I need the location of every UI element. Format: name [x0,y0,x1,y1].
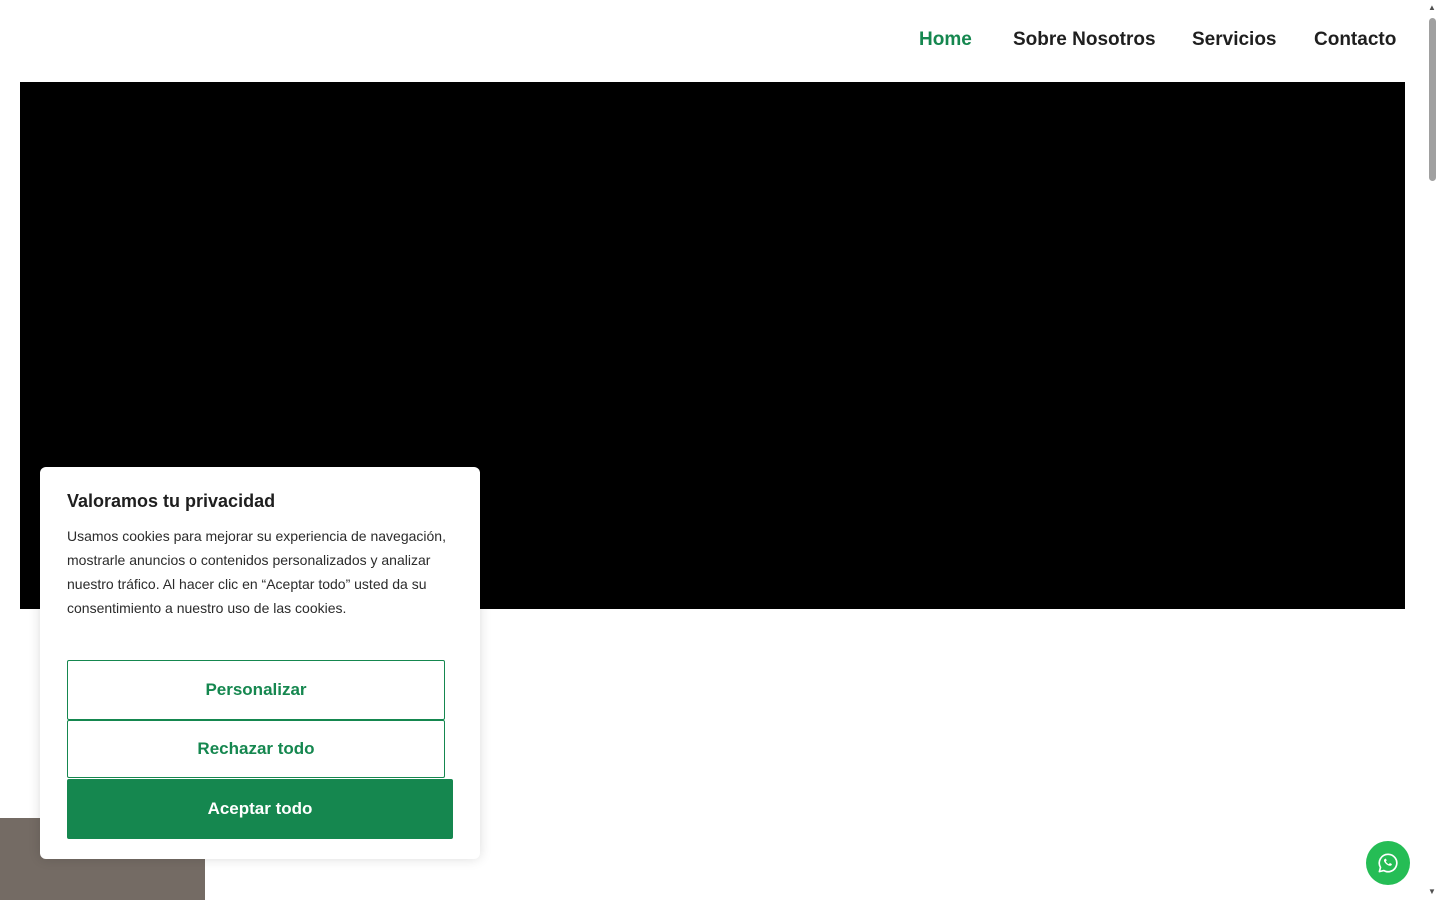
nav-contacto-link[interactable]: Contacto [1314,28,1396,52]
nav-sobre-nosotros-link[interactable]: Sobre Nosotros [1013,28,1156,52]
accept-all-button[interactable]: Aceptar todo [67,779,453,839]
page-scrollbar[interactable]: ▲ ▼ [1425,0,1440,900]
main-navigation: Home Sobre Nosotros Servicios Contacto [0,0,1425,82]
scrollbar-thumb[interactable] [1429,18,1436,181]
whatsapp-icon [1378,853,1398,873]
nav-home-link[interactable]: Home [919,28,972,52]
cookie-dialog-title: Valoramos tu privacidad [67,491,276,511]
customize-button[interactable]: Personalizar [67,660,445,720]
whatsapp-button[interactable] [1366,841,1410,885]
scroll-down-arrow-icon[interactable]: ▼ [1428,888,1436,896]
cookie-dialog-text: Usamos cookies para mejorar su experienc… [67,528,446,616]
nav-servicios-link[interactable]: Servicios [1192,28,1277,52]
cookie-consent-dialog: Valoramos tu privacidad Usamos cookies p… [40,467,480,859]
scroll-up-arrow-icon[interactable]: ▲ [1428,4,1436,12]
reject-all-button[interactable]: Rechazar todo [67,720,445,778]
